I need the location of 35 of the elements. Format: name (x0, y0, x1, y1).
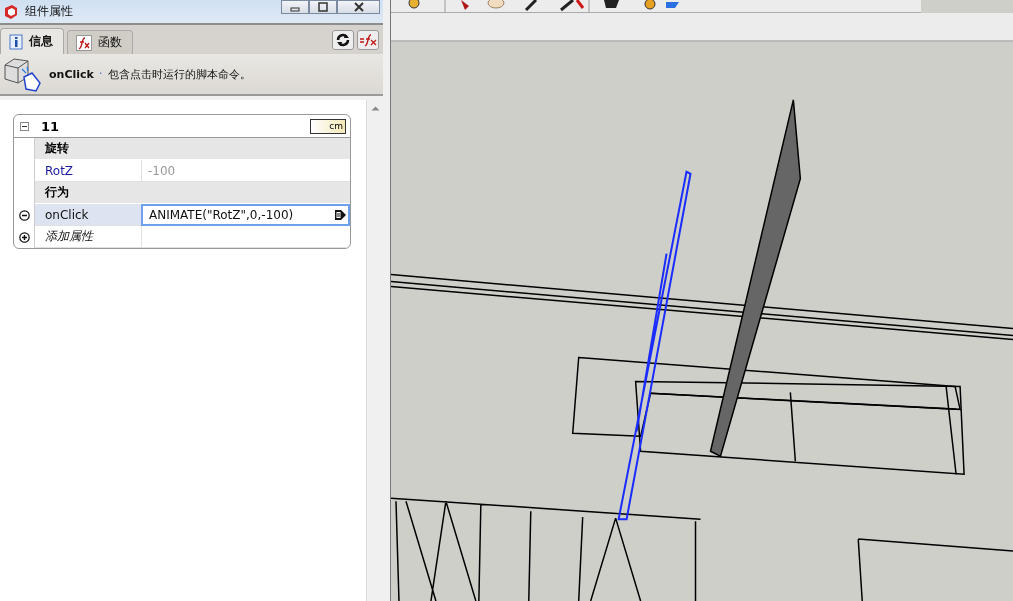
formula-field[interactable]: ANIMATE("RotZ",0,-100) (141, 204, 350, 226)
collapse-button[interactable] (20, 121, 29, 131)
refresh-icon (335, 31, 351, 48)
tab[interactable]: 信息 (0, 28, 64, 54)
add-attribute-button[interactable] (18, 231, 30, 243)
tab[interactable]: 函数 (67, 30, 133, 54)
formula-icon (359, 31, 377, 48)
app-logo-icon (3, 3, 19, 20)
separator-dot: · (98, 67, 103, 81)
splitter[interactable] (383, 0, 391, 601)
maximize-button[interactable] (309, 0, 337, 14)
remove-attribute-button[interactable] (18, 209, 30, 221)
arrow-page-icon (334, 208, 347, 222)
maximize-icon (318, 2, 328, 12)
window-title: 组件属性 (25, 3, 73, 20)
plus-circle-icon (18, 231, 30, 243)
attribute-description: 包含点击时运行的脚本命令。 (107, 66, 251, 82)
component-name: 11 (41, 118, 60, 134)
cube-click-icon (2, 55, 44, 93)
close-button[interactable] (337, 0, 380, 14)
group-header: 旋转 (34, 138, 350, 160)
group-header: 行为 (34, 182, 350, 204)
minus-icon (20, 121, 29, 131)
function-icon (76, 34, 92, 51)
add-attribute-link[interactable]: 添加属性 (34, 226, 141, 248)
info-icon (9, 33, 23, 50)
formula-button[interactable] (357, 29, 379, 50)
refresh-button[interactable] (332, 29, 354, 50)
attribute-name: onClick (49, 67, 94, 81)
minimize-button[interactable] (281, 0, 309, 14)
minus-circle-icon (18, 209, 30, 221)
scroll-up-icon (370, 106, 380, 111)
attribute-name-cell[interactable]: onClick (34, 204, 141, 226)
close-icon (353, 2, 364, 12)
unit-button[interactable]: cm (310, 118, 346, 134)
